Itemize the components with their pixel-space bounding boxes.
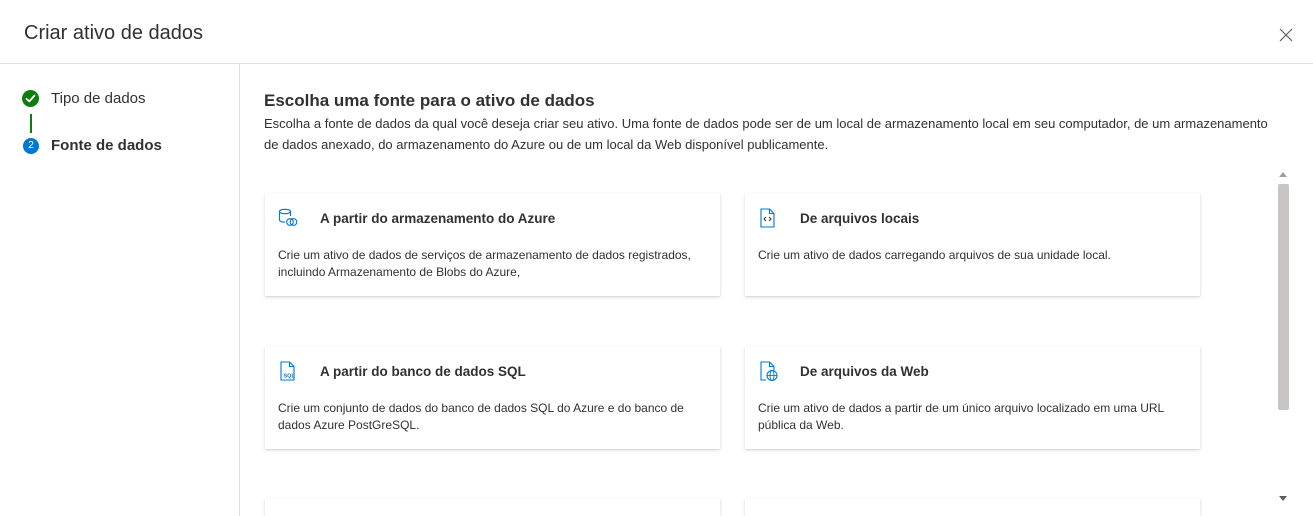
azure-storage-icon xyxy=(278,208,298,226)
card-description: Crie um ativo de dados de serviços de ar… xyxy=(278,248,691,279)
main-content: Escolha uma fonte para o ativo de dados … xyxy=(240,64,1313,516)
step-fonte-de-dados[interactable]: 2 Fonte de dados xyxy=(22,137,162,154)
step-connector xyxy=(30,114,32,133)
checkmark-icon xyxy=(22,90,39,107)
source-card-partial[interactable] xyxy=(745,498,1200,516)
card-description: Crie um conjunto de dados do banco de da… xyxy=(278,401,684,432)
svg-text:SQL: SQL xyxy=(284,374,296,380)
scroll-up-arrow-icon[interactable] xyxy=(1279,172,1287,177)
section-title: Escolha uma fonte para o ativo de dados xyxy=(264,91,595,110)
source-card-partial[interactable] xyxy=(265,498,720,516)
card-description: Crie um ativo de dados carregando arquiv… xyxy=(758,248,1111,262)
step-label: Tipo de dados xyxy=(51,90,146,107)
step-label: Fonte de dados xyxy=(51,137,162,154)
card-title: De arquivos da Web xyxy=(800,364,929,379)
scrollbar[interactable] xyxy=(1275,168,1292,510)
section-description: Escolha a fonte de dados da qual você de… xyxy=(264,116,1268,152)
source-card-local-files[interactable]: De arquivos locais Crie um ativo de dado… xyxy=(745,193,1200,296)
web-file-icon xyxy=(760,361,778,382)
wizard-steps-sidebar: Tipo de dados 2 Fonte de dados xyxy=(0,64,240,516)
dialog-title: Criar ativo de dados xyxy=(24,22,203,44)
step-number-badge: 2 xyxy=(23,137,39,154)
card-description: Crie um ativo de dados a partir de um ún… xyxy=(758,401,1164,432)
sql-file-icon: SQL xyxy=(280,361,296,381)
card-title: A partir do armazenamento do Azure xyxy=(320,211,556,226)
scrollbar-thumb[interactable] xyxy=(1278,184,1289,410)
card-title: De arquivos locais xyxy=(800,211,920,226)
source-card-sql-database[interactable]: SQL A partir do banco de dados SQL Crie … xyxy=(265,346,720,449)
scroll-down-arrow-icon[interactable] xyxy=(1279,496,1287,501)
step-tipo-de-dados[interactable]: Tipo de dados xyxy=(22,90,146,107)
close-icon xyxy=(1279,28,1293,42)
dialog-header: Criar ativo de dados xyxy=(0,0,1313,64)
local-file-icon xyxy=(760,208,775,228)
card-title: A partir do banco de dados SQL xyxy=(320,364,526,379)
close-button[interactable] xyxy=(1276,25,1296,45)
source-card-azure-storage[interactable]: A partir do armazenamento do Azure Crie … xyxy=(265,193,720,296)
source-card-web-files[interactable]: De arquivos da Web Crie um ativo de dado… xyxy=(745,346,1200,449)
